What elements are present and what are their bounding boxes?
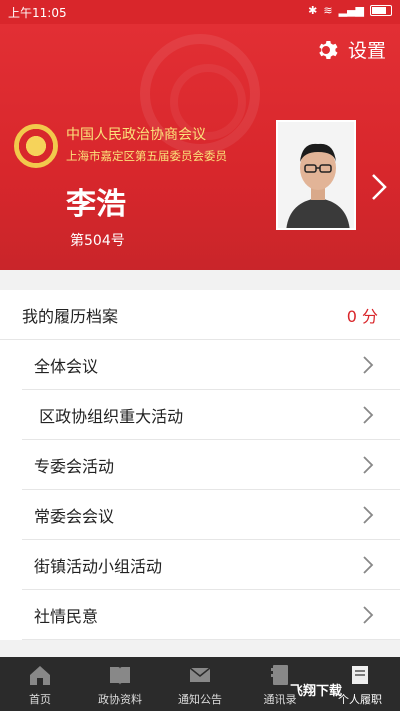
signal-icon: ▂▄▆ [338,4,364,17]
watermark-text: 飞翔下载 [290,684,343,699]
nav-notices[interactable]: 通知公告 [160,657,240,711]
status-icons: ✱ ≋ ▂▄▆ [308,4,392,17]
nav-label: 通知公告 [178,693,222,706]
chevron-right-icon [363,406,374,424]
member-photo [276,120,356,230]
status-bar: 上午11:05 ✱ ≋ ▂▄▆ [0,0,400,24]
list-item-committee-activities[interactable]: 专委会活动 [22,440,400,490]
list-item-label: 社情民意 [34,606,99,626]
list-item-standing-committee[interactable]: 常委会会议 [22,490,400,540]
list-item-public-opinion[interactable]: 社情民意 [22,590,400,640]
home-icon [30,666,50,685]
cppcc-logo [14,124,58,168]
chevron-right-icon [363,606,374,624]
nav-label: 政协资料 [98,693,142,706]
member-number: 第504号 [70,233,125,249]
list-item-major-activities[interactable]: 区政协组织重大活动 [22,390,400,440]
chevron-right-icon [363,506,374,524]
list-item-street-group[interactable]: 街镇活动小组活动 [22,540,400,590]
site-watermark: 飞翔下载 [290,668,400,711]
gear-icon [319,40,338,59]
battery-icon [370,5,392,16]
list-item-label: 专委会活动 [34,456,115,476]
records-title: 我的履历档案 [22,306,119,326]
mail-icon [189,667,211,682]
records-header[interactable]: 我的履历档案 0 分 [0,290,400,340]
list-item-label: 区政协组织重大活动 [34,406,184,426]
chevron-right-icon[interactable] [370,172,388,202]
organization-name: 中国人民政治协商会议 [66,127,206,143]
records-score: 0 分 [346,306,378,326]
chevron-right-icon [363,556,374,574]
nav-label: 首页 [29,693,51,706]
list-item-label: 街镇活动小组活动 [34,556,163,576]
list-item-plenary[interactable]: 全体会议 [22,340,400,390]
chevron-right-icon [363,356,374,374]
chevron-right-icon [363,456,374,474]
bluetooth-icon: ✱ [308,4,318,17]
settings-button[interactable]: 设置 [316,36,386,63]
records-list: 我的履历档案 0 分 全体会议 区政协组织重大活动 专委会活动 常委会会议 街镇… [0,290,400,640]
nav-materials[interactable]: 政协资料 [80,657,160,711]
book-icon [110,667,130,685]
nav-home[interactable]: 首页 [0,657,80,711]
list-item-label: 全体会议 [34,356,99,376]
wifi-icon: ≋ [323,4,333,17]
member-name: 李浩 [66,187,126,222]
organization-subtitle: 上海市嘉定区第五届委员会委员 [66,149,227,163]
status-time: 上午11:05 [8,6,67,20]
settings-label: 设置 [347,40,386,62]
list-item-label: 常委会会议 [34,506,115,526]
member-header-card[interactable]: 设置 中国人民政治协商会议 上海市嘉定区第五届委员会委员 李浩 第504号 [0,24,400,270]
